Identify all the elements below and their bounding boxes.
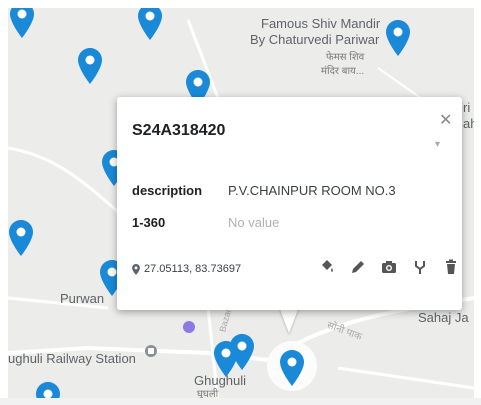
field-label-1-360: 1-360: [132, 215, 166, 230]
field-value-1-360: No value: [228, 215, 280, 230]
coordinates: 27.05113, 83.73697: [132, 263, 241, 275]
map-pin-icon[interactable]: [78, 48, 102, 84]
paint-bucket-icon[interactable]: [317, 257, 337, 277]
coordinates-text: 27.05113, 83.73697: [144, 263, 242, 275]
map-pin-icon[interactable]: [9, 220, 33, 256]
place-purwan: Purwan: [60, 291, 105, 306]
close-icon[interactable]: ✕: [439, 110, 452, 130]
chevron-down-icon[interactable]: ▾: [435, 139, 440, 150]
place-sahaj: Sahaj Ja: [418, 310, 469, 325]
feature-info-popup: S24A318420 ✕ ▾ description P.V.CHAINPUR …: [117, 97, 462, 310]
place-right-edge-2: aha: [463, 116, 474, 131]
popup-pointer: [279, 307, 299, 333]
pencil-icon[interactable]: [348, 257, 368, 277]
feature-title: S24A318420: [132, 122, 226, 139]
map-pin-icon[interactable]: [386, 20, 410, 56]
map-pin-icon[interactable]: [138, 8, 162, 40]
map-pin-icon[interactable]: [230, 334, 254, 370]
feature-action-bar: [317, 257, 461, 277]
place-temple-line2: By Chaturvedi Pariwar: [250, 32, 380, 47]
trash-icon[interactable]: [441, 257, 461, 277]
route-icon[interactable]: [410, 257, 430, 277]
railway-station-icon: [145, 345, 157, 357]
screenshot-frame: Famous Shiv Mandir By Chaturvedi Pariwar…: [0, 0, 481, 405]
field-label-description: description: [132, 183, 203, 198]
camera-icon[interactable]: [379, 257, 399, 277]
place-temple-hindi-line2: मंदिर बाय...: [321, 66, 365, 77]
pin-icon: [132, 263, 140, 275]
selected-map-pin-icon[interactable]: [280, 350, 304, 386]
map-pin-icon[interactable]: [10, 8, 34, 38]
place-temple-hindi-line1: फेमस शिव: [326, 52, 365, 63]
field-value-description: P.V.CHAINPUR ROOM NO.3: [228, 183, 396, 198]
place-temple-line1: Famous Shiv Mandir: [261, 16, 381, 31]
place-right-edge-1: ri M: [463, 100, 474, 115]
horizontal-scrollbar[interactable]: [0, 398, 481, 405]
place-railway-station: ughuli Railway Station: [8, 351, 136, 366]
